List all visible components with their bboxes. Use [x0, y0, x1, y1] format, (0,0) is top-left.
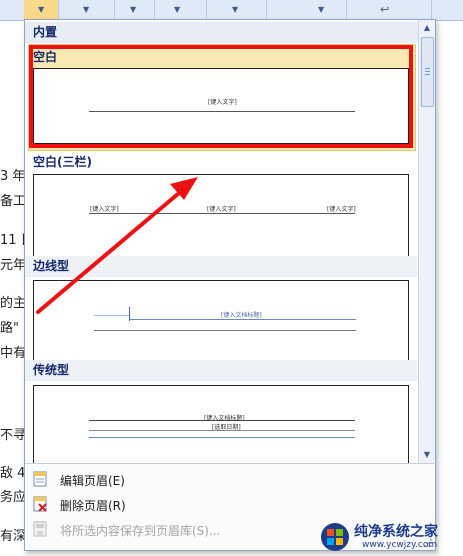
ribbon-button[interactable] [431, 0, 463, 19]
ribbon-button[interactable]: ▼ [266, 0, 347, 19]
undo-icon: ↩ [380, 3, 390, 16]
divider [89, 420, 355, 421]
ribbon-button[interactable] [0, 0, 25, 19]
watermark-url: www.ycwjzy.com [362, 540, 438, 550]
chevron-down-icon: ▼ [130, 5, 137, 14]
ribbon-strip: ▼ ▼ ▼ ▼ ▼ ▼ ↩ [0, 0, 463, 21]
document-text: 敌 4 [0, 466, 26, 481]
gallery-item-label: 空白(三栏) [33, 155, 92, 169]
watermark-title: 纯净系统之家 [354, 524, 438, 540]
gallery-scrollbar[interactable]: ▲ ▼ [418, 20, 435, 463]
document-text: 的主 [0, 296, 27, 311]
edit-header-menu-item[interactable]: 编辑页眉(E) [25, 468, 434, 490]
edit-header-icon [33, 471, 47, 487]
ribbon-button[interactable]: ▼ [58, 0, 115, 19]
divider [89, 213, 355, 214]
remove-header-icon [33, 496, 47, 512]
divider [94, 315, 130, 316]
divider [94, 330, 356, 331]
divider [89, 430, 355, 431]
chevron-down-icon: ▼ [318, 5, 325, 14]
scrollbar-thumb[interactable] [421, 37, 434, 107]
document-text: 3 年 [0, 169, 26, 184]
gallery-item-traditional[interactable]: [键入文档标题] [选取日期] [33, 385, 409, 463]
ribbon-button[interactable]: ▼ [114, 0, 155, 19]
gallery-item-label: 传统型 [25, 360, 418, 381]
watermark: 纯净系统之家 www.ycwjzy.com [318, 518, 463, 556]
annotation-highlight-box [29, 45, 413, 148]
document-text: 中有 [0, 346, 27, 361]
document-text: 务应 [0, 490, 27, 505]
menu-separator [25, 463, 434, 464]
chevron-down-icon: ▼ [83, 5, 90, 14]
scroll-up-icon[interactable]: ▲ [419, 21, 435, 35]
gallery-item-label: 边线型 [25, 256, 418, 277]
divider [130, 319, 356, 320]
watermark-logo-icon [321, 523, 349, 551]
grip-line [425, 71, 430, 72]
ribbon-button[interactable]: ▼ [154, 0, 207, 19]
document-text: 不寻 [0, 428, 27, 443]
remove-header-menu-item[interactable]: 删除页眉(R) [25, 493, 434, 515]
gallery-item-blank-three-column[interactable]: [键入文字] [键入文字] [键入文字] [33, 174, 409, 264]
menu-item-label: 删除页眉(R) [60, 499, 126, 513]
ribbon-button[interactable]: ↩ [346, 0, 432, 19]
scroll-down-icon[interactable]: ▼ [419, 448, 435, 462]
header-gallery: 内置 空白 [键入文字] 空白(三栏) [键入文字] [键入文字] [键入文字]… [25, 20, 418, 463]
placeholder-text: [键入文档标题] [221, 312, 262, 319]
placeholder-text: [键入文字] [207, 206, 236, 213]
document-text: 路" [0, 321, 19, 336]
grip-line [425, 74, 430, 75]
header-gallery-dropdown: 内置 空白 [键入文字] 空白(三栏) [键入文字] [键入文字] [键入文字]… [24, 19, 436, 551]
document-text: 备工 [0, 194, 27, 209]
document-text: 元年 [0, 258, 27, 273]
document-text: 有深 [0, 529, 27, 544]
gallery-item-sideline[interactable]: [键入文档标题] [33, 280, 409, 360]
divider [89, 437, 355, 438]
builtin-section-header: 内置 [25, 22, 418, 43]
chevron-down-icon: ▼ [174, 5, 181, 14]
save-to-gallery-icon [33, 521, 47, 537]
menu-item-label: 将所选内容保存到页眉库(S)... [60, 524, 221, 538]
ribbon-button[interactable]: ▼ [206, 0, 267, 19]
menu-item-label: 编辑页眉(E) [60, 474, 125, 488]
placeholder-text: [键入文字] [90, 206, 119, 213]
header-dropdown-button[interactable]: ▼ [24, 0, 59, 19]
chevron-down-icon: ▼ [232, 5, 239, 14]
chevron-down-icon: ▼ [38, 5, 45, 14]
grip-line [425, 68, 430, 69]
placeholder-text: [键入文字] [327, 206, 356, 213]
